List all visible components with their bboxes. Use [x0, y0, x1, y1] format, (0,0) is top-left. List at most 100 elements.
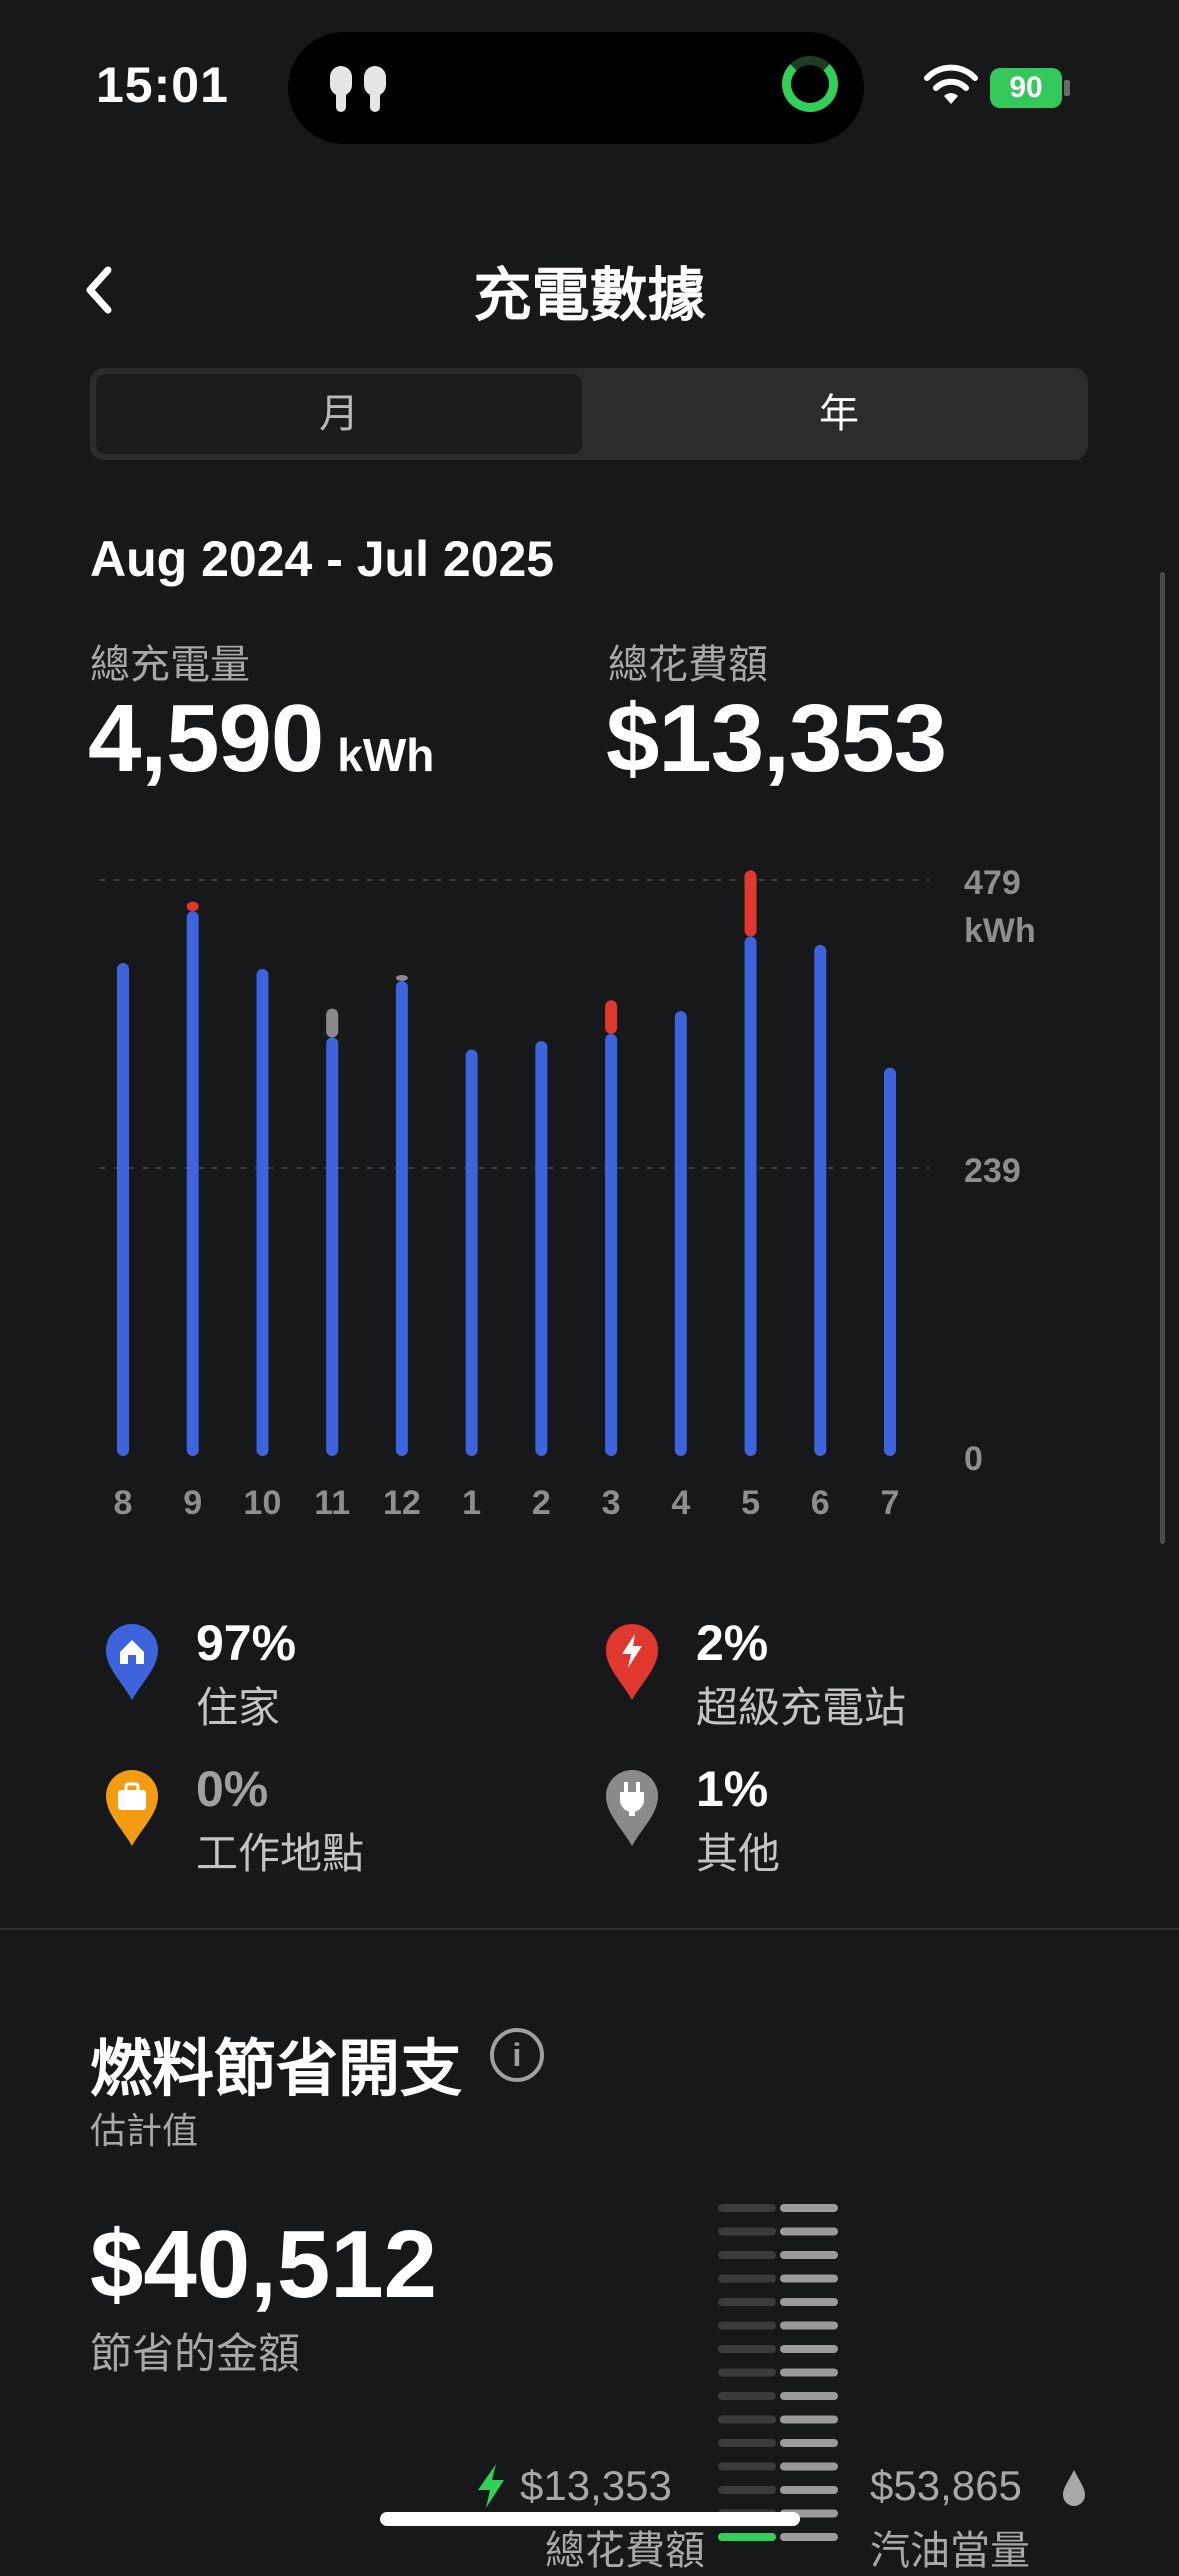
bar-segment — [674, 1011, 687, 1456]
x-tick-label: 12 — [383, 1484, 421, 1522]
bar-segment — [605, 1033, 618, 1456]
gas-equivalent-value: $53,865 — [870, 2462, 1022, 2509]
gas-bar-segment — [780, 2321, 838, 2330]
legend-other-text: 1% 其他 — [696, 1760, 780, 1881]
x-tick-label: 1 — [462, 1484, 481, 1522]
monthly-energy-chart: 0239479kWh8 9 10 11 12 1 2 3 4 5 6 7 — [100, 864, 1036, 1522]
fuel-savings-title: 燃料節省開支 — [90, 2035, 463, 2104]
lightning-icon — [606, 1624, 658, 1700]
cost-bar-segment — [718, 2392, 776, 2400]
date-range: Aug 2024 - Jul 2025 — [90, 531, 555, 587]
legend-home-percent: 97% — [196, 1615, 297, 1671]
gas-equivalent-label: 汽油當量 — [870, 2529, 1030, 2573]
bar-segment — [395, 981, 408, 1456]
bar-segment — [744, 870, 757, 937]
bar-segment — [395, 974, 408, 982]
legend-home — [104, 1622, 160, 1707]
battery-tip — [1064, 80, 1070, 96]
total-energy-value: 4,590 — [88, 685, 324, 792]
home-icon — [106, 1624, 158, 1700]
total-energy-unit: kWh — [337, 729, 435, 781]
y-unit-label: kWh — [964, 912, 1036, 950]
bar-segment — [465, 1049, 478, 1456]
cost-bar-segment — [718, 2462, 776, 2471]
legend-work-percent: 0% — [196, 1761, 269, 1817]
status-time: 15:01 — [96, 57, 229, 113]
cost-bar-segment — [718, 2533, 776, 2541]
gas-bar-segment — [780, 2415, 838, 2424]
x-tick-label: 4 — [671, 1484, 690, 1522]
wifi-icon — [924, 64, 978, 104]
total-energy: 4,590 kWh — [88, 684, 434, 794]
gas-bar-segment — [780, 2439, 838, 2447]
bar-segment — [117, 962, 129, 1456]
x-tick-label: 10 — [244, 1484, 282, 1522]
airpods-icon — [330, 66, 386, 112]
cost-bar-segment — [718, 2439, 776, 2447]
gas-bar-segment — [780, 2345, 838, 2353]
legend-other — [604, 1768, 660, 1853]
cost-bar-segment — [718, 2227, 776, 2236]
bar-segment — [744, 936, 757, 1456]
y-tick-label: 239 — [964, 1152, 1021, 1190]
legend-other-percent: 1% — [696, 1761, 769, 1817]
plug-icon — [606, 1770, 658, 1846]
gas-bar-segment — [780, 2274, 838, 2283]
cost-bar-segment — [718, 2368, 776, 2377]
x-tick-label: 2 — [532, 1484, 551, 1522]
bar-segment — [814, 944, 827, 1456]
tab-year[interactable]: 年 — [590, 368, 1088, 460]
gas-bar-segment — [780, 2227, 838, 2236]
total-cost-compare-label: 總花費額 — [545, 2529, 705, 2573]
tab-month[interactable]: 月 — [96, 374, 582, 454]
battery-indicator: 90 — [990, 68, 1062, 108]
bar-segment — [326, 1008, 339, 1038]
period-segmented-control: 月 年 — [90, 368, 1088, 460]
total-cost-label: 總花費額 — [608, 643, 768, 687]
savings-value: $40,512 — [90, 2211, 438, 2318]
y-tick-label: 0 — [964, 1440, 983, 1478]
legend-other-label: 其他 — [696, 1830, 781, 1877]
page-title: 充電數據 — [473, 263, 706, 328]
legend-supercharger-text: 2% 超級充電站 — [696, 1614, 906, 1735]
bar-segment — [884, 1067, 896, 1456]
dynamic-island — [288, 32, 864, 144]
legend-work-text: 0% 工作地點 — [196, 1760, 364, 1881]
cost-bar-segment — [718, 2415, 776, 2424]
progress-ring-icon — [782, 56, 838, 112]
bar-segment — [605, 1000, 618, 1034]
scrollbar[interactable] — [1160, 572, 1165, 1544]
gas-bar-segment — [780, 2486, 838, 2494]
bar-segment — [326, 1037, 339, 1456]
x-tick-label: 3 — [602, 1484, 621, 1522]
savings-label: 節省的金額 — [90, 2330, 301, 2377]
bar-segment — [256, 968, 269, 1456]
x-tick-label: 5 — [741, 1484, 760, 1522]
total-energy-label: 總充電量 — [90, 643, 250, 687]
gas-bar-segment — [780, 2368, 838, 2377]
comparison-bars — [718, 2204, 838, 2541]
cost-bar-segment — [718, 2345, 776, 2353]
gas-bar-segment — [780, 2204, 838, 2212]
legend-work — [104, 1768, 160, 1853]
cost-bar-segment — [718, 2204, 776, 2212]
info-icon[interactable]: i — [490, 2028, 544, 2082]
gas-bar-segment — [780, 2392, 838, 2400]
home-indicator[interactable] — [380, 2512, 800, 2526]
legend-supercharger — [604, 1622, 660, 1707]
cost-bar-segment — [718, 2251, 776, 2259]
cost-bar-segment — [718, 2274, 776, 2283]
cost-bar-segment — [718, 2321, 776, 2330]
gas-bar-segment — [780, 2462, 838, 2471]
legend-supercharger-label: 超級充電站 — [696, 1684, 907, 1731]
bar-segment — [186, 901, 199, 912]
lightning-icon — [478, 2464, 504, 2508]
total-cost-value: $13,353 — [606, 685, 947, 792]
x-tick-label: 9 — [183, 1484, 202, 1522]
cost-bar-segment — [718, 2298, 776, 2306]
x-tick-label: 8 — [114, 1484, 133, 1522]
fuel-drop-icon — [1063, 2470, 1085, 2506]
legend-work-label: 工作地點 — [196, 1830, 365, 1877]
gas-bar-segment — [780, 2533, 838, 2541]
legend-home-label: 住家 — [196, 1684, 281, 1731]
